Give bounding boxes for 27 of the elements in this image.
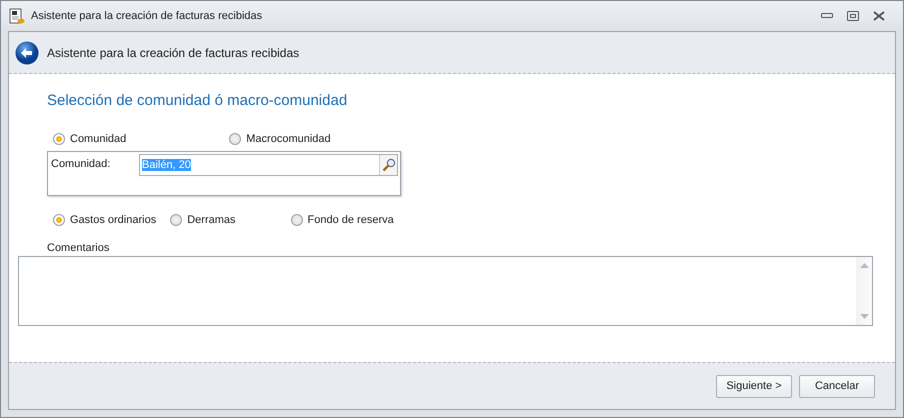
field-label: Comunidad: <box>50 157 112 170</box>
radio-option[interactable]: Fondo de reserva <box>290 214 394 226</box>
radio-empty-icon[interactable] <box>229 133 242 145</box>
scroll-down-icon[interactable] <box>860 314 868 319</box>
comments-field[interactable] <box>18 256 873 326</box>
radio-selected-icon[interactable] <box>53 133 65 145</box>
close-icon[interactable] <box>873 11 885 21</box>
app-icon <box>9 8 25 24</box>
wizard-title: Asistente para la creación de facturas recibidas <box>47 46 300 60</box>
radio-option[interactable]: Comunidad <box>53 133 126 145</box>
radio-empty-icon[interactable] <box>290 214 303 226</box>
minimize-icon[interactable] <box>821 13 833 19</box>
radio-option[interactable]: Gastos ordinarios <box>53 214 156 226</box>
radio-empty-icon[interactable] <box>170 214 182 226</box>
scrollbar[interactable] <box>856 257 872 325</box>
radio-option[interactable]: Macrocomunidad <box>229 133 331 145</box>
section-title: Selección de comunidad ó macro-comunidad <box>47 92 348 109</box>
wizard-button[interactable]: Cancelar <box>799 374 875 398</box>
wizard-button[interactable]: Siguiente > <box>716 374 792 398</box>
scroll-up-icon[interactable] <box>860 263 868 268</box>
search-button[interactable] <box>379 155 397 175</box>
maximize-icon[interactable] <box>847 11 859 21</box>
search-icon <box>382 158 396 172</box>
window-title: Asistente para la creación de facturas recibidas <box>31 10 264 22</box>
radio-selected-icon[interactable] <box>53 214 65 226</box>
field-label: Comentarios <box>47 242 110 254</box>
radio-option[interactable]: Derramas <box>170 214 236 226</box>
